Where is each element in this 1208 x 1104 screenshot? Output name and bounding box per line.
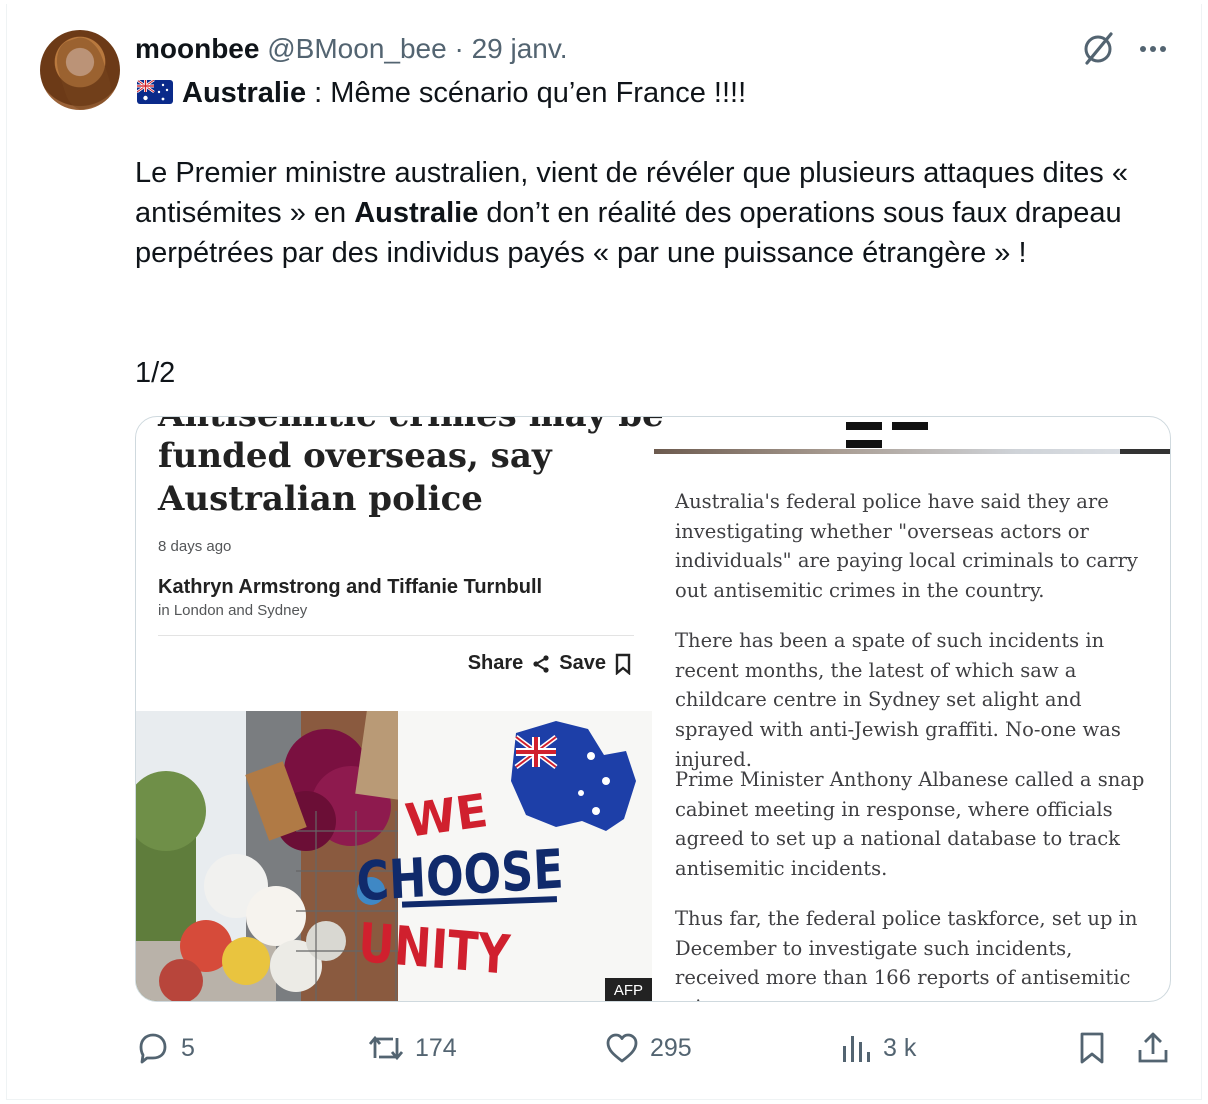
sign-word-bottom: UNITY bbox=[357, 911, 513, 987]
banner-strip bbox=[846, 417, 978, 448]
save-label: Save bbox=[559, 652, 606, 674]
reply-bubble-icon bbox=[139, 1033, 167, 1064]
heart-icon bbox=[606, 1033, 638, 1063]
avatar[interactable] bbox=[40, 30, 120, 110]
article-photo: WE CHOOSE UNITY AFP bbox=[136, 711, 652, 1001]
share-label: Share bbox=[467, 652, 524, 674]
sign-word-top: WE bbox=[402, 783, 491, 848]
tweet-body: Le Premier ministre australien, vient de… bbox=[135, 153, 1175, 273]
separator: · bbox=[454, 33, 464, 64]
bookmark-outline-icon bbox=[615, 653, 631, 675]
repost-count: 174 bbox=[415, 1033, 457, 1062]
tweet-first-line: Australie : Même scénario qu’en France !… bbox=[182, 74, 746, 112]
article-authors: Kathryn Armstrong and Tiffanie Turnbull bbox=[158, 576, 543, 598]
photo-credit: AFP bbox=[604, 978, 652, 1001]
repost-arrows-icon bbox=[368, 1035, 404, 1061]
reply-count: 5 bbox=[181, 1033, 195, 1062]
article-right-column: Australia's federal police have said the… bbox=[654, 417, 1170, 1001]
share-network-icon bbox=[533, 654, 549, 673]
country-bold: Australie bbox=[182, 77, 307, 109]
article-paragraph: Australia's federal police have said the… bbox=[675, 490, 1138, 603]
bookmark-button[interactable] bbox=[1075, 1026, 1109, 1070]
headline-clipped-line: Antisemitic crimes may be bbox=[158, 417, 664, 435]
article-age: 8 days ago bbox=[158, 538, 232, 555]
display-name[interactable]: moonbee bbox=[135, 33, 259, 64]
user-handle[interactable]: @BMoon_bee bbox=[267, 33, 446, 64]
views-count: 3 k bbox=[883, 1033, 917, 1062]
more-dots-icon[interactable] bbox=[1136, 32, 1170, 66]
post-date[interactable]: 29 janv. bbox=[472, 33, 568, 64]
first-line-text: : Même scénario qu’en France !!!! bbox=[306, 77, 747, 109]
like-button[interactable]: 295 bbox=[604, 1026, 692, 1070]
views-button[interactable]: 3 k bbox=[839, 1026, 916, 1070]
reply-button[interactable]: 5 bbox=[135, 1026, 195, 1070]
body-bold: Australie bbox=[354, 197, 479, 229]
article-paragraph: Thus far, the federal police taskforce, … bbox=[675, 907, 1138, 1001]
share-button[interactable] bbox=[1135, 1026, 1171, 1070]
thread-count: 1/2 bbox=[135, 357, 176, 389]
bar-chart-icon bbox=[843, 1036, 870, 1062]
like-count: 295 bbox=[650, 1033, 692, 1062]
memorial-photo: WE CHOOSE UNITY bbox=[136, 711, 652, 1001]
repost-button[interactable]: 174 bbox=[367, 1026, 457, 1070]
image-strip bbox=[654, 449, 1170, 454]
share-save-bar: Share Save bbox=[468, 652, 632, 675]
article-left-column: Antisemitic crimes may be funded oversea… bbox=[136, 417, 664, 1001]
australia-flag-icon bbox=[137, 80, 173, 104]
divider bbox=[158, 635, 634, 636]
article-location: in London and Sydney bbox=[158, 602, 308, 619]
bookmark-icon bbox=[1080, 1032, 1104, 1064]
article-paragraph: Prime Minister Anthony Albanese called a… bbox=[675, 768, 1145, 881]
article-paragraph: There has been a spate of such incidents… bbox=[675, 629, 1121, 771]
share-upload-icon bbox=[1138, 1032, 1168, 1063]
action-bar: 5 174 295 3 k bbox=[135, 1026, 1175, 1070]
tweet-header: moonbee @BMoon_bee · 29 janv. bbox=[135, 31, 568, 67]
article-headline: funded overseas, say Australian police bbox=[158, 436, 552, 519]
grok-slashed-circle-icon[interactable] bbox=[1080, 30, 1116, 66]
attached-screenshot[interactable]: Antisemitic crimes may be funded oversea… bbox=[135, 416, 1171, 1002]
